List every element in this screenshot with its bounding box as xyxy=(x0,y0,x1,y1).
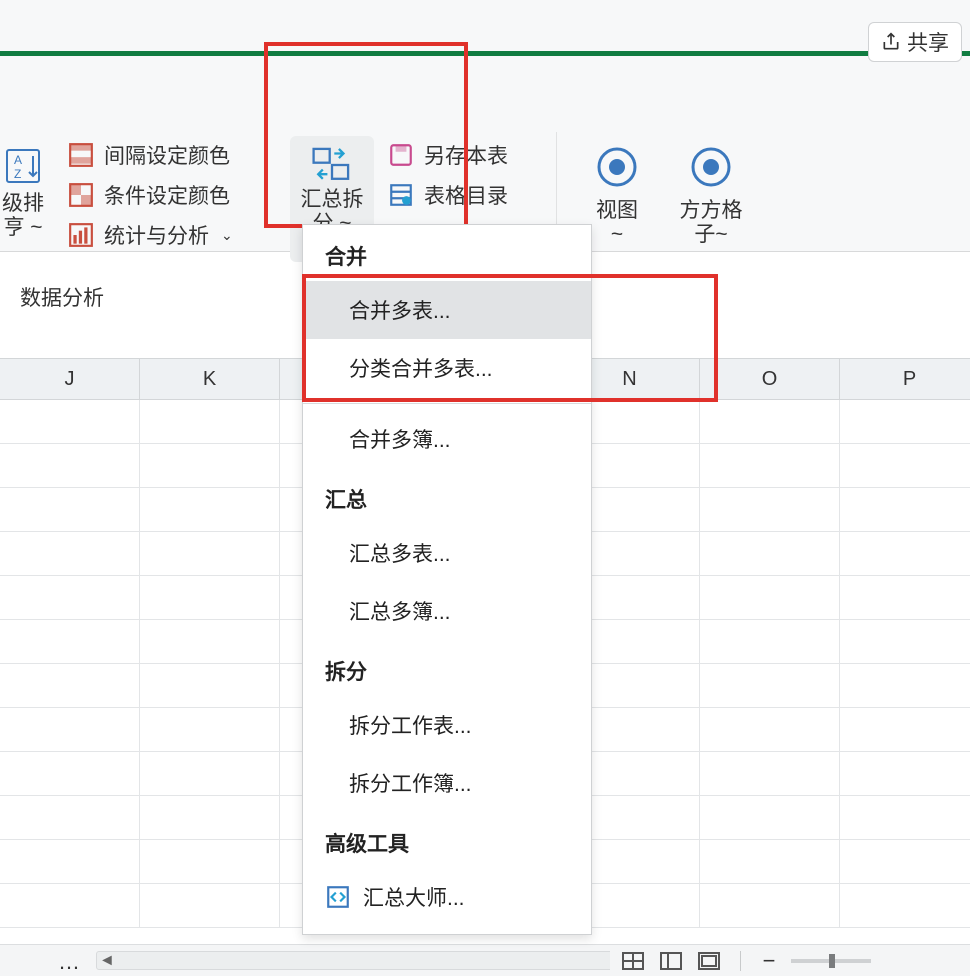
sort-az-icon: A Z xyxy=(3,146,43,186)
dd-section-merge: 合并 xyxy=(303,225,591,281)
ribbon: A Z 级排 亨 ~ 间隔设定颜色 条件设定颜色 xyxy=(0,56,970,252)
save-icon xyxy=(388,142,414,168)
ribbon-group-label: 数据分析 xyxy=(20,282,104,312)
dd-separator xyxy=(303,403,591,404)
scroll-left-icon[interactable]: ◄ xyxy=(99,952,115,970)
column-header[interactable]: P xyxy=(840,359,970,399)
summary-master-icon xyxy=(325,884,351,910)
share-icon xyxy=(881,32,901,52)
column-header[interactable]: K xyxy=(140,359,280,399)
status-bar: − xyxy=(610,944,970,976)
dd-merge-multi-sheets[interactable]: 合并多表... xyxy=(303,281,591,339)
table-toc-button[interactable]: 表格目录 xyxy=(388,180,558,210)
divider xyxy=(740,951,741,971)
fangfang-button[interactable]: 方方格 子~ xyxy=(672,138,750,266)
column-header[interactable]: J xyxy=(0,359,140,399)
dd-section-advanced: 高级工具 xyxy=(303,812,591,868)
page-layout-view-icon[interactable] xyxy=(658,950,684,972)
sheet-tabs-more-button[interactable]: … xyxy=(58,951,80,973)
chevron-down-icon: ⌄ xyxy=(221,227,233,244)
column-header[interactable]: O xyxy=(700,359,840,399)
interval-color-button[interactable]: 间隔设定颜色 xyxy=(68,140,238,170)
dd-split-workbook[interactable]: 拆分工作簿... xyxy=(303,754,591,812)
formatting-group: 间隔设定颜色 条件设定颜色 统计与分析 ⌄ xyxy=(68,140,238,250)
target-icon xyxy=(687,143,735,191)
svg-text:A: A xyxy=(14,153,22,167)
save-copy-button[interactable]: 另存本表 xyxy=(388,140,558,170)
cond-color-icon xyxy=(68,182,94,208)
conditional-color-button[interactable]: 条件设定颜色 xyxy=(68,180,238,210)
normal-view-icon[interactable] xyxy=(620,950,646,972)
stats-icon xyxy=(68,222,94,248)
zoom-thumb[interactable] xyxy=(829,954,835,968)
dd-summary-master[interactable]: 汇总大师... xyxy=(303,868,591,926)
dd-summary-sheets[interactable]: 汇总多表... xyxy=(303,524,591,582)
summary-split-dropdown: 合并 合并多表... 分类合并多表... 合并多簿... 汇总 汇总多表... … xyxy=(302,224,592,935)
merge-split-icon xyxy=(309,142,355,188)
toc-icon xyxy=(388,182,414,208)
share-button[interactable]: 共享 xyxy=(868,22,962,62)
stats-analyze-button[interactable]: 统计与分析 ⌄ xyxy=(68,220,238,250)
zoom-slider[interactable] xyxy=(791,959,871,963)
dd-section-summary: 汇总 xyxy=(303,468,591,524)
dd-merge-workbooks[interactable]: 合并多簿... xyxy=(303,410,591,468)
zoom-out-button[interactable]: − xyxy=(759,948,779,974)
dd-section-split: 拆分 xyxy=(303,640,591,696)
target-icon xyxy=(593,143,641,191)
dd-category-merge[interactable]: 分类合并多表... xyxy=(303,339,591,397)
dd-summary-workbooks[interactable]: 汇总多簿... xyxy=(303,582,591,640)
title-bar xyxy=(0,0,970,56)
share-label: 共享 xyxy=(907,27,949,57)
grid-color-icon xyxy=(68,142,94,168)
advanced-sort-button[interactable]: A Z 级排 亨 ~ xyxy=(0,146,46,264)
page-break-view-icon[interactable] xyxy=(696,950,722,972)
svg-text:Z: Z xyxy=(14,167,21,181)
dd-split-sheet[interactable]: 拆分工作表... xyxy=(303,696,591,754)
